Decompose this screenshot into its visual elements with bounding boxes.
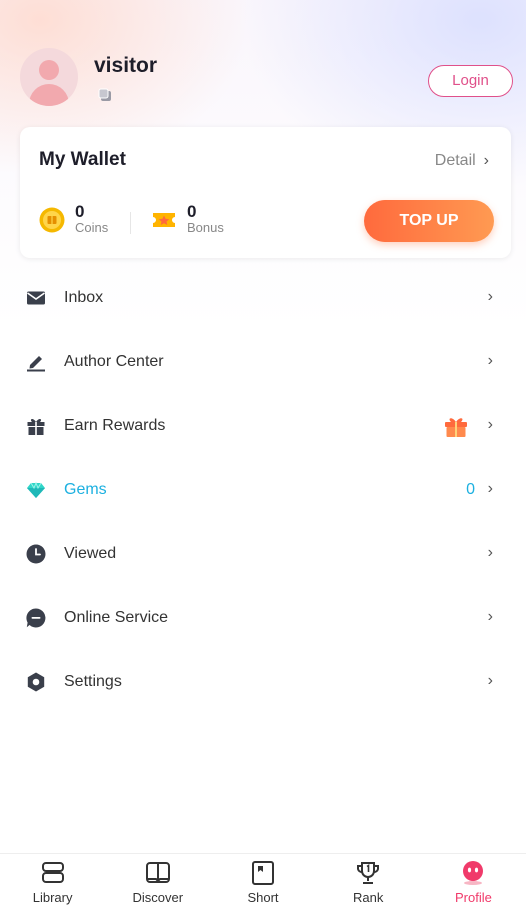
gems-count: 0: [466, 481, 475, 498]
profile-header: visitor Login: [0, 0, 526, 120]
tab-label: Short: [247, 890, 279, 905]
bonus-value: 0: [187, 202, 197, 221]
tab-rank[interactable]: Rank: [316, 854, 421, 906]
menu-item-inbox[interactable]: Inbox ›: [0, 266, 526, 330]
wallet-detail-link[interactable]: Detail ›: [435, 152, 489, 170]
ticket-icon: [153, 212, 175, 227]
profile-face-icon: [463, 861, 484, 885]
menu-item-label: Viewed: [64, 545, 117, 562]
coin-icon: [39, 207, 65, 232]
tab-label: Profile: [454, 890, 492, 905]
chat-icon: [26, 608, 46, 628]
login-button[interactable]: Login: [428, 65, 513, 97]
library-icon: [41, 862, 64, 883]
menu-item-label: Author Center: [64, 353, 164, 370]
menu-item-label: Settings: [64, 673, 122, 690]
stat-divider: [130, 212, 131, 234]
menu-item-label: Earn Rewards: [64, 417, 166, 434]
copy-id-icon[interactable]: [98, 88, 112, 102]
tab-label: Discover: [132, 890, 184, 905]
clock-icon: [26, 544, 46, 564]
menu-list: Inbox › Author Center › Earn Rewards › G…: [0, 266, 526, 714]
tab-label: Library: [32, 890, 73, 905]
tab-label: Rank: [353, 890, 384, 905]
menu-item-label: Online Service: [64, 609, 169, 626]
menu-item-online-service[interactable]: Online Service ›: [0, 586, 526, 650]
tab-library[interactable]: Library: [0, 854, 105, 906]
tab-profile[interactable]: Profile: [421, 854, 526, 906]
username: visitor: [94, 54, 158, 77]
avatar-body: [29, 84, 69, 106]
chevron-right-icon: ›: [487, 672, 493, 689]
chevron-right-icon: ›: [487, 416, 493, 433]
chevron-right-icon: ›: [487, 608, 493, 625]
menu-item-settings[interactable]: Settings ›: [0, 650, 526, 714]
mail-icon: [27, 291, 45, 305]
short-icon: [252, 861, 274, 885]
menu-item-author-center[interactable]: Author Center ›: [0, 330, 526, 394]
reward-gift-icon: [445, 418, 467, 437]
book-icon: [145, 862, 170, 883]
chevron-right-icon: ›: [483, 152, 489, 169]
wallet-title: My Wallet: [39, 149, 126, 170]
chevron-right-icon: ›: [487, 544, 493, 561]
bonus-label: Bonus: [187, 220, 224, 235]
pen-icon: [27, 356, 45, 372]
menu-item-label: Gems: [64, 481, 107, 498]
coins-stat: 0 Coins: [39, 203, 108, 236]
chevron-right-icon: ›: [487, 352, 493, 369]
bottom-tab-bar: Library Discover Short Rank Profile: [0, 853, 526, 906]
menu-item-earn-rewards[interactable]: Earn Rewards ›: [0, 394, 526, 458]
menu-item-gems[interactable]: Gems 0 ›: [0, 458, 526, 522]
menu-item-viewed[interactable]: Viewed ›: [0, 522, 526, 586]
chevron-right-icon: ›: [487, 288, 493, 305]
avatar[interactable]: [20, 48, 78, 106]
menu-item-label: Inbox: [64, 289, 104, 306]
tab-short[interactable]: Short: [210, 854, 315, 906]
bonus-stat: 0 Bonus: [151, 203, 224, 236]
gear-icon: [27, 672, 45, 692]
coins-label: Coins: [75, 220, 109, 235]
avatar-head: [39, 60, 59, 80]
top-up-button[interactable]: TOP UP: [364, 200, 494, 242]
tab-discover[interactable]: Discover: [105, 854, 210, 906]
gift-box-icon: [27, 418, 45, 435]
gem-icon: [27, 481, 45, 498]
wallet-card: My Wallet Detail › 0 Coins 0 Bonus TOP U…: [20, 127, 511, 258]
coins-value: 0: [75, 202, 85, 221]
trophy-icon: [357, 862, 380, 884]
wallet-detail-label: Detail: [434, 152, 476, 169]
chevron-right-icon: ›: [487, 480, 493, 497]
